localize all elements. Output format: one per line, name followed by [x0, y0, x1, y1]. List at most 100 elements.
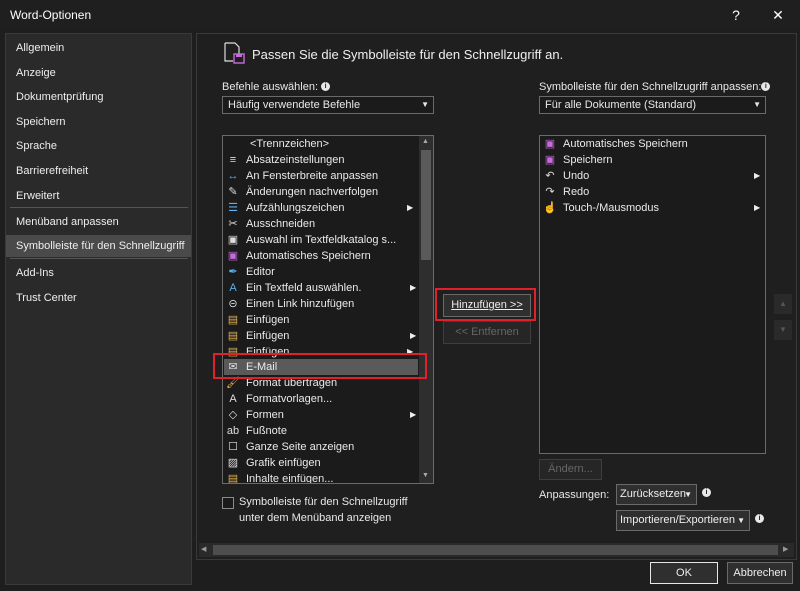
list-item[interactable]: ☰ Aufzählungszeichen ▶	[224, 200, 418, 216]
list-item[interactable]: ▣ Automatisches Speichern	[224, 248, 418, 264]
editor-icon: ✒	[228, 266, 238, 278]
track-changes-icon: ✎	[228, 186, 238, 198]
styles-icon: A	[229, 393, 237, 405]
paste-icon: ▤	[227, 330, 239, 342]
sidebar-item-schnellzugriff[interactable]: Symbolleiste für den Schnellzugriff	[6, 235, 191, 257]
paste-special-icon: ▤	[227, 473, 239, 484]
list-item[interactable]: ▨ Grafik einfügen	[224, 455, 418, 471]
list-item[interactable]: ≡ Absatzeinstellungen	[224, 152, 418, 168]
import-export-button[interactable]: Importieren/Exportieren ▼	[616, 510, 750, 531]
remove-button[interactable]: << Entfernen	[443, 321, 531, 344]
scrollbar-thumb[interactable]	[421, 150, 431, 260]
list-item[interactable]: <Trennzeichen>	[224, 136, 418, 152]
textbox-gallery-icon: ▣	[227, 234, 239, 246]
sidebar-item-barrierefreiheit[interactable]: Barrierefreiheit	[6, 160, 191, 182]
page-heading: Passen Sie die Symbolleiste für den Schn…	[252, 47, 564, 62]
commands-scrollbar[interactable]: ▲ ▼	[419, 136, 433, 483]
sidebar-item-erweitert[interactable]: Erweitert	[6, 185, 191, 207]
list-item[interactable]: ↶ Undo ▶	[541, 168, 765, 184]
paragraph-icon: ≡	[229, 154, 237, 166]
textbox-icon: A	[229, 282, 237, 294]
email-highlight-box	[213, 353, 427, 379]
horizontal-scrollbar[interactable]: ◀ ▶	[199, 543, 794, 557]
sidebar-item-allgemein[interactable]: Allgemein	[6, 37, 191, 59]
list-item[interactable]: ✒ Editor	[224, 264, 418, 280]
modify-button[interactable]: Ändern...	[539, 459, 602, 480]
scissors-icon: ✂	[228, 218, 238, 230]
undo-icon: ↶	[545, 170, 555, 182]
list-item[interactable]: ◇ Formen ▶	[224, 407, 418, 423]
close-button[interactable]: ✕	[765, 4, 791, 26]
bullets-icon: ☰	[228, 202, 238, 214]
scroll-left-icon[interactable]: ◀	[201, 545, 206, 553]
move-up-icon[interactable]: ▲	[774, 294, 792, 314]
info-icon: i	[755, 514, 764, 523]
customize-qat-dropdown[interactable]: Für alle Dokumente (Standard) ▼	[539, 96, 766, 114]
reset-button[interactable]: Zurücksetzen ▼	[616, 484, 697, 505]
sidebar-item-addins[interactable]: Add-Ins	[6, 262, 191, 284]
move-down-icon[interactable]: ▼	[774, 320, 792, 340]
list-item[interactable]: ⊝ Einen Link hinzufügen	[224, 296, 418, 312]
list-item[interactable]: ▣ Speichern	[541, 152, 765, 168]
scroll-up-icon[interactable]: ▲	[422, 138, 429, 145]
redo-icon: ↷	[545, 186, 555, 198]
link-icon: ⊝	[228, 298, 238, 310]
sidebar-item-sprache[interactable]: Sprache	[6, 135, 191, 157]
scroll-down-icon[interactable]: ▼	[422, 472, 429, 479]
window-title: Word-Optionen	[10, 8, 92, 22]
shapes-icon: ◇	[228, 409, 238, 421]
customizations-label: Anpassungen:	[539, 489, 610, 501]
qat-list[interactable]: ▣ Automatisches Speichern ▣ Speichern ↶ Und…	[539, 135, 766, 454]
list-item[interactable]: A Ein Textfeld auswählen. ▶	[224, 280, 418, 296]
chevron-down-icon: ▼	[684, 490, 692, 499]
picture-icon: ▨	[227, 457, 239, 469]
list-item[interactable]: ↷ Redo	[541, 184, 765, 200]
sidebar-item-speichern[interactable]: Speichern	[6, 111, 191, 133]
cancel-button[interactable]: Abbrechen	[727, 562, 793, 584]
touch-icon: ☝	[543, 202, 557, 214]
info-icon: i	[761, 82, 771, 91]
info-icon: i	[321, 82, 331, 91]
add-button-highlight-box	[435, 288, 536, 321]
sidebar-item-dokumentpruefung[interactable]: Dokumentprüfung	[6, 86, 191, 108]
customize-qat-label: Symbolleiste für den Schnellzugriff anpa…	[539, 81, 771, 93]
sidebar-item-menueband[interactable]: Menüband anpassen	[6, 211, 191, 233]
scroll-right-icon[interactable]: ▶	[783, 545, 788, 553]
chevron-down-icon: ▼	[753, 100, 761, 109]
help-button[interactable]: ?	[723, 4, 749, 26]
full-page-icon: ☐	[228, 441, 238, 453]
list-item[interactable]: ▤ Inhalte einfügen...	[224, 471, 418, 484]
submenu-arrow-icon: ▶	[410, 283, 417, 292]
submenu-arrow-icon: ▶	[754, 171, 761, 180]
choose-commands-dropdown[interactable]: Häufig verwendete Befehle ▼	[222, 96, 434, 114]
save-icon: ▣	[544, 154, 556, 166]
ok-button[interactable]: OK	[650, 562, 718, 584]
fit-width-icon: ↔	[227, 170, 239, 182]
submenu-arrow-icon: ▶	[410, 410, 417, 419]
sidebar-item-anzeige[interactable]: Anzeige	[6, 62, 191, 84]
show-below-ribbon-checkbox[interactable]	[222, 497, 234, 509]
choose-commands-label: Befehle auswählen: i	[222, 81, 331, 93]
scrollbar-thumb[interactable]	[213, 545, 778, 555]
qat-customize-icon	[222, 41, 246, 65]
show-below-ribbon-label-2: unter dem Menüband anzeigen	[239, 512, 392, 524]
list-item[interactable]: ☝ Touch-/Mausmodus ▶	[541, 200, 765, 216]
sidebar-divider	[10, 258, 188, 259]
list-item[interactable]: ☐ Ganze Seite anzeigen	[224, 439, 418, 455]
submenu-arrow-icon: ▶	[410, 331, 417, 340]
list-item[interactable]: ▤ Einfügen	[224, 312, 418, 328]
list-item[interactable]: ab Fußnote	[224, 423, 418, 439]
list-item[interactable]: ▤ Einfügen ▶	[224, 328, 418, 344]
list-item[interactable]: ↔ An Fensterbreite anpassen	[224, 168, 418, 184]
list-item[interactable]: ▣ Auswahl im Textfeldkatalog s...	[224, 232, 418, 248]
list-item[interactable]: ▣ Automatisches Speichern	[541, 136, 765, 152]
sidebar-item-trustcenter[interactable]: Trust Center	[6, 287, 191, 309]
title-bar: Word-Optionen ? ✕	[0, 0, 800, 30]
choose-commands-value: Häufig verwendete Befehle	[228, 99, 361, 111]
list-item[interactable]: ✎ Änderungen nachverfolgen	[224, 184, 418, 200]
customize-qat-value: Für alle Dokumente (Standard)	[545, 99, 697, 111]
sidebar-divider	[10, 207, 188, 208]
list-item[interactable]: A Formatvorlagen...	[224, 391, 418, 407]
commands-list[interactable]: <Trennzeichen> ≡ Absatzeinstellungen ↔ An …	[222, 135, 434, 484]
list-item[interactable]: ✂ Ausschneiden	[224, 216, 418, 232]
